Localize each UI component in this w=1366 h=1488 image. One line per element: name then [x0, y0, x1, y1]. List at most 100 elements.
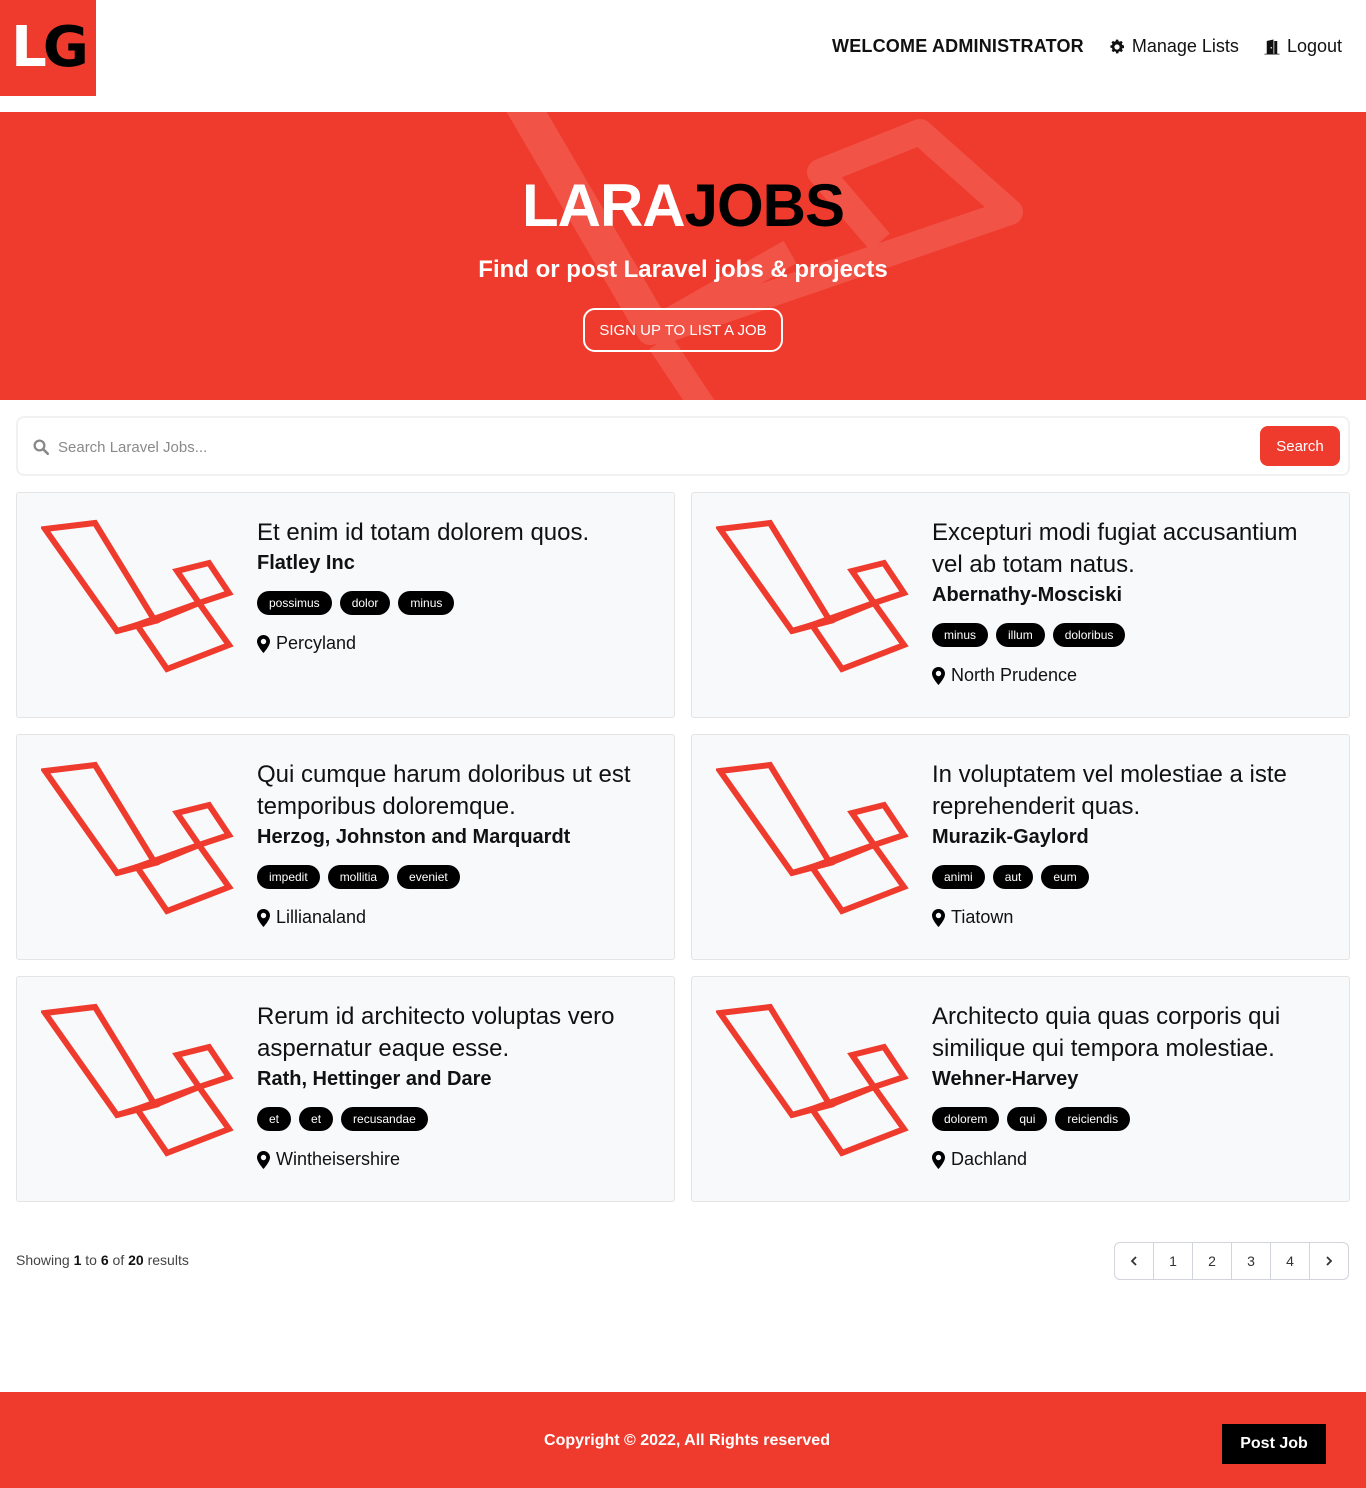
job-info: In voluptatem vel molestiae a iste repre… — [932, 759, 1332, 928]
tag-list: impedit mollitia eveniet — [257, 865, 657, 889]
location-text: Dachland — [951, 1149, 1028, 1169]
laravel-logo — [716, 761, 909, 915]
job-title[interactable]: Rerum id architecto voluptas vero aspern… — [257, 1001, 657, 1065]
tag-badge[interactable]: et — [257, 1107, 292, 1131]
tag-badge[interactable]: impedit — [257, 865, 320, 889]
job-card[interactable]: In voluptatem vel molestiae a iste repre… — [691, 734, 1350, 960]
company-name: Rath, Hettinger and Dare — [257, 1068, 492, 1090]
map-pin-icon — [932, 666, 945, 685]
tag-badge[interactable]: recusandae — [341, 1107, 428, 1131]
tag-badge[interactable]: minus — [398, 591, 455, 615]
job-card[interactable]: Qui cumque harum doloribus ut est tempor… — [16, 734, 675, 960]
tag-badge[interactable]: aut — [992, 865, 1034, 889]
page-2-button[interactable]: 2 — [1192, 1243, 1231, 1279]
to-word: to — [85, 1252, 97, 1268]
tag-list: possimus dolor minus — [257, 591, 657, 615]
manage-lists-label: Manage Lists — [1131, 36, 1239, 56]
page-4-button[interactable]: 4 — [1270, 1243, 1309, 1279]
tag-badge[interactable]: eveniet — [397, 865, 460, 889]
job-location: North Prudence — [932, 665, 1332, 686]
door-icon — [1264, 39, 1280, 54]
map-pin-icon — [257, 1150, 270, 1169]
results-word: results — [147, 1252, 189, 1268]
search-input[interactable] — [58, 428, 1238, 466]
copyright-text: Copyright © 2022, All Rights reserved — [544, 1432, 830, 1449]
location-text: Lillianaland — [276, 907, 367, 927]
job-title[interactable]: In voluptatem vel molestiae a iste repre… — [932, 759, 1332, 823]
job-location: Wintheisershire — [257, 1149, 657, 1170]
job-info: Rerum id architecto voluptas vero aspern… — [257, 1001, 657, 1170]
next-page-button[interactable] — [1309, 1243, 1348, 1279]
tag-badge[interactable]: et — [299, 1107, 334, 1131]
tag-badge[interactable]: mollitia — [327, 865, 390, 889]
job-card[interactable]: Excepturi modi fugiat accusantium vel ab… — [691, 492, 1350, 718]
laravel-logo — [41, 519, 234, 673]
location-text: Percyland — [276, 633, 357, 653]
of-word: of — [112, 1252, 125, 1268]
page-3-button[interactable]: 3 — [1231, 1243, 1270, 1279]
laravel-logo — [41, 761, 234, 915]
welcome-text: Welcome Administrator — [832, 36, 1084, 56]
location-text: North Prudence — [951, 665, 1078, 685]
search-button[interactable]: Search — [1260, 426, 1340, 466]
results-to: 6 — [100, 1252, 109, 1268]
hero-title-lara: LARA — [521, 172, 686, 239]
job-title[interactable]: Architecto quia quas corporis qui simili… — [932, 1001, 1332, 1065]
tag-badge[interactable]: doloribus — [1052, 623, 1126, 647]
gear-icon — [1110, 39, 1124, 53]
pagination: 1 2 3 4 — [1114, 1242, 1349, 1280]
laravel-logo — [716, 519, 909, 673]
job-info: Qui cumque harum doloribus ut est tempor… — [257, 759, 657, 928]
job-card[interactable]: Rerum id architecto voluptas vero aspern… — [16, 976, 675, 1202]
job-location: Tiatown — [932, 907, 1332, 928]
job-location: Lillianaland — [257, 907, 657, 928]
job-card[interactable]: Et enim id totam dolorem quos. Flatley I… — [16, 492, 675, 718]
footer: Copyright © 2022, All Rights reserved Po… — [0, 1392, 1366, 1488]
job-info: Et enim id totam dolorem quos. Flatley I… — [257, 517, 657, 654]
tag-badge[interactable]: dolorem — [932, 1107, 1000, 1131]
job-title[interactable]: Qui cumque harum doloribus ut est tempor… — [257, 759, 657, 823]
location-text: Wintheisershire — [276, 1149, 401, 1169]
post-job-button[interactable]: Post Job — [1222, 1424, 1326, 1464]
nav-menu: Welcome Administrator Manage Lists Logou… — [832, 36, 1342, 57]
map-pin-icon — [257, 908, 270, 927]
logout-label: Logout — [1286, 36, 1342, 56]
tag-badge[interactable]: animi — [932, 865, 985, 889]
tag-badge[interactable]: qui — [1007, 1107, 1048, 1131]
laravel-logo — [41, 1003, 234, 1157]
tag-list: et et recusandae — [257, 1107, 657, 1131]
prev-page-button[interactable] — [1115, 1243, 1153, 1279]
results-total: 20 — [128, 1252, 144, 1268]
map-pin-icon — [257, 634, 270, 653]
tag-list: dolorem qui reiciendis — [932, 1107, 1332, 1131]
tag-badge[interactable]: dolor — [339, 591, 391, 615]
logo-letter-g: G — [42, 15, 89, 80]
hero-title: LARAJOBS — [0, 176, 1366, 236]
site-logo[interactable]: LG — [0, 0, 96, 96]
job-location: Dachland — [932, 1149, 1332, 1170]
top-navbar: LG Welcome Administrator Manage Lists Lo… — [0, 0, 1366, 112]
tag-badge[interactable]: eum — [1041, 865, 1089, 889]
tag-badge[interactable]: minus — [932, 623, 989, 647]
company-name: Flatley Inc — [257, 552, 355, 574]
page-1-button[interactable]: 1 — [1153, 1243, 1192, 1279]
manage-lists-link[interactable]: Manage Lists — [1108, 36, 1239, 57]
job-location: Percyland — [257, 633, 657, 654]
tag-badge[interactable]: reiciendis — [1055, 1107, 1131, 1131]
job-card[interactable]: Architecto quia quas corporis qui simili… — [691, 976, 1350, 1202]
company-name: Abernathy-Mosciski — [932, 584, 1123, 606]
job-title[interactable]: Et enim id totam dolorem quos. — [257, 517, 657, 549]
logout-link[interactable]: Logout — [1263, 36, 1342, 57]
chevron-left-icon — [1130, 1256, 1137, 1266]
location-text: Tiatown — [951, 907, 1014, 927]
company-name: Wehner-Harvey — [932, 1068, 1079, 1090]
job-title[interactable]: Excepturi modi fugiat accusantium vel ab… — [932, 517, 1332, 581]
company-name: Herzog, Johnston and Marquardt — [257, 826, 571, 848]
job-info: Excepturi modi fugiat accusantium vel ab… — [932, 517, 1332, 686]
signup-button[interactable]: Sign Up to List a Job — [583, 308, 783, 352]
job-info: Architecto quia quas corporis qui simili… — [932, 1001, 1332, 1170]
tag-badge[interactable]: possimus — [257, 591, 332, 615]
hero-banner: LARAJOBS Find or post Laravel jobs & pro… — [0, 112, 1366, 400]
tag-badge[interactable]: illum — [996, 623, 1045, 647]
hero-subtitle: Find or post Laravel jobs & projects — [478, 256, 888, 283]
